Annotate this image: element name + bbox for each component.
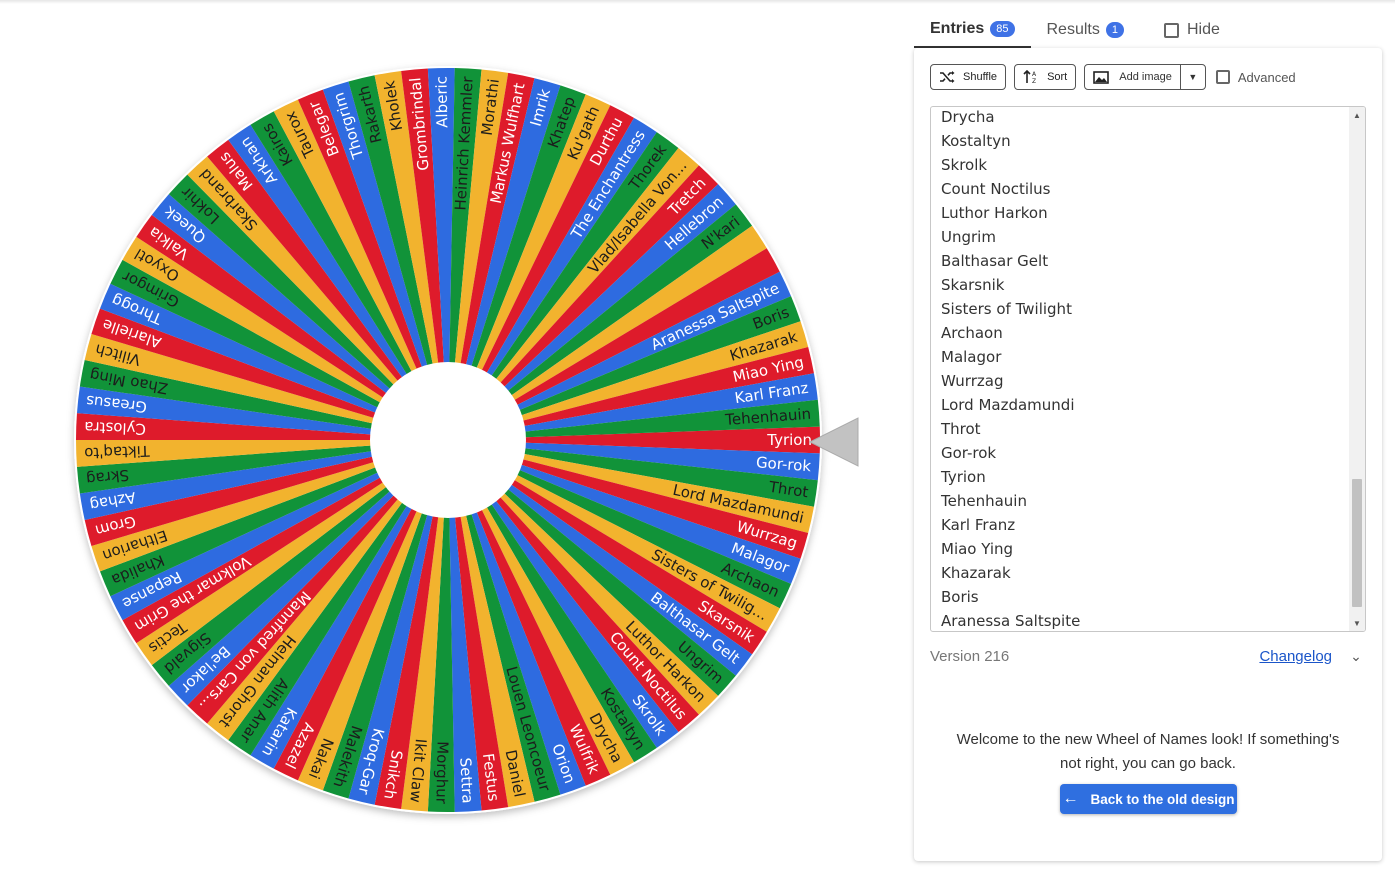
sort-icon: A Z — [1023, 70, 1037, 84]
add-image-label: Add image — [1119, 71, 1172, 83]
arrow-left-icon: ← — [1062, 790, 1079, 807]
name-wheel[interactable]: Tyrion Gor-rok Throt Lord Mazdamundi Wurrzag… — [40, 30, 880, 870]
version-text: Version 216 — [930, 647, 1010, 665]
entry-item: Sisters of Twilight — [941, 300, 1072, 318]
entries-toolbar: Shuffle A Z Sort Add image ▼ Advanced — [930, 64, 1296, 90]
add-image-button[interactable]: Add image — [1085, 65, 1181, 89]
welcome-message: Welcome to the new Wheel of Names look! … — [956, 731, 1340, 772]
changelog-link[interactable]: Changelog — [1259, 648, 1332, 665]
back-button-label: Back to the old design — [1090, 791, 1235, 807]
wheel-graphic[interactable]: TyrionGor-rokThrotLord MazdamundiWurrzag… — [40, 30, 880, 870]
entry-item: Count Noctilus — [941, 180, 1051, 198]
panel-tabs: Entries 85 Results 1 Hide — [914, 12, 1232, 48]
shuffle-button[interactable]: Shuffle — [930, 64, 1007, 90]
svg-text:Z: Z — [1032, 78, 1036, 84]
entry-item: Karl Franz — [941, 516, 1016, 534]
entries-count-badge: 85 — [990, 21, 1015, 37]
entry-item: Lord Mazdamundi — [941, 396, 1075, 414]
entries-card: Shuffle A Z Sort Add image ▼ Advanced Dr… — [914, 48, 1382, 861]
wheel-segment-label: Cylostra — [84, 418, 146, 438]
entry-item: Boris — [941, 588, 979, 606]
svg-text:A: A — [1032, 71, 1037, 78]
entry-item: Gor-rok — [941, 444, 997, 462]
sort-label: Sort — [1047, 71, 1068, 83]
tab-results[interactable]: Results 1 — [1031, 12, 1140, 48]
entry-item: Wurrzag — [941, 372, 1004, 390]
shuffle-icon — [940, 71, 955, 83]
scroll-down-arrow-icon[interactable]: ▼ — [1349, 615, 1365, 631]
entry-item: Kostaltyn — [941, 132, 1011, 150]
scrollbar-thumb[interactable] — [1352, 479, 1362, 607]
entry-item: Skrolk — [941, 156, 988, 174]
entry-item: Drycha — [941, 108, 995, 126]
back-to-old-design-button[interactable]: ← Back to the old design — [1060, 784, 1237, 814]
wheel-segment-label: Settra — [456, 757, 476, 804]
wheel-segment-label: Alberic — [432, 76, 451, 128]
entry-item: Archaon — [941, 324, 1003, 342]
hide-toggle[interactable]: Hide — [1140, 21, 1232, 39]
tab-entries[interactable]: Entries 85 — [914, 12, 1031, 48]
version-row: Version 216 Changelog ⌄ — [930, 644, 1366, 668]
entry-list: Drycha Kostaltyn Skrolk Count Noctilus Lutho… — [941, 107, 1341, 631]
shuffle-label: Shuffle — [963, 71, 998, 83]
entry-item: Ungrim — [941, 228, 996, 246]
wheel-segment-label: Tiktaq'to — [84, 442, 151, 462]
add-image-split-button: Add image ▼ — [1084, 64, 1206, 90]
entry-item: Balthasar Gelt — [941, 252, 1049, 270]
tab-results-label: Results — [1046, 21, 1100, 38]
wheel-segment-label: Tyrion — [766, 431, 812, 449]
entry-item: Khazarak — [941, 564, 1011, 582]
entry-item: Skarsnik — [941, 276, 1005, 294]
wheel-segment-label: Morghur — [432, 741, 451, 805]
scroll-up-arrow-icon[interactable]: ▲ — [1349, 107, 1365, 123]
chevron-down-icon[interactable]: ⌄ — [1346, 648, 1366, 665]
entry-item: Malagor — [941, 348, 1002, 366]
advanced-checkbox[interactable] — [1215, 70, 1230, 84]
wheel-center-hole[interactable] — [370, 362, 526, 518]
entries-scrollbar[interactable]: ▲ ▼ — [1349, 107, 1365, 631]
top-shadow — [0, 0, 1395, 4]
image-icon — [1093, 70, 1110, 84]
entry-item: Luthor Harkon — [941, 204, 1048, 222]
results-count-badge: 1 — [1105, 22, 1124, 38]
entry-item: Aranessa Saltspite — [941, 612, 1081, 630]
sort-button[interactable]: A Z Sort — [1014, 64, 1077, 90]
advanced-toggle[interactable]: Advanced — [1215, 69, 1296, 85]
entry-item: Tehenhauin — [941, 492, 1027, 510]
caret-down-icon: ▼ — [1188, 72, 1198, 82]
tab-entries-label: Entries — [930, 20, 985, 37]
entry-item: Tyrion — [941, 468, 986, 486]
entries-textarea[interactable]: Drycha Kostaltyn Skrolk Count Noctilus Lutho… — [930, 106, 1366, 632]
hide-label: Hide — [1186, 21, 1220, 38]
add-image-dropdown[interactable]: ▼ — [1181, 65, 1205, 89]
entry-item: Miao Ying — [941, 540, 1014, 558]
advanced-label: Advanced — [1237, 69, 1296, 85]
entry-item: Throt — [941, 420, 981, 438]
hide-checkbox[interactable] — [1163, 22, 1179, 38]
